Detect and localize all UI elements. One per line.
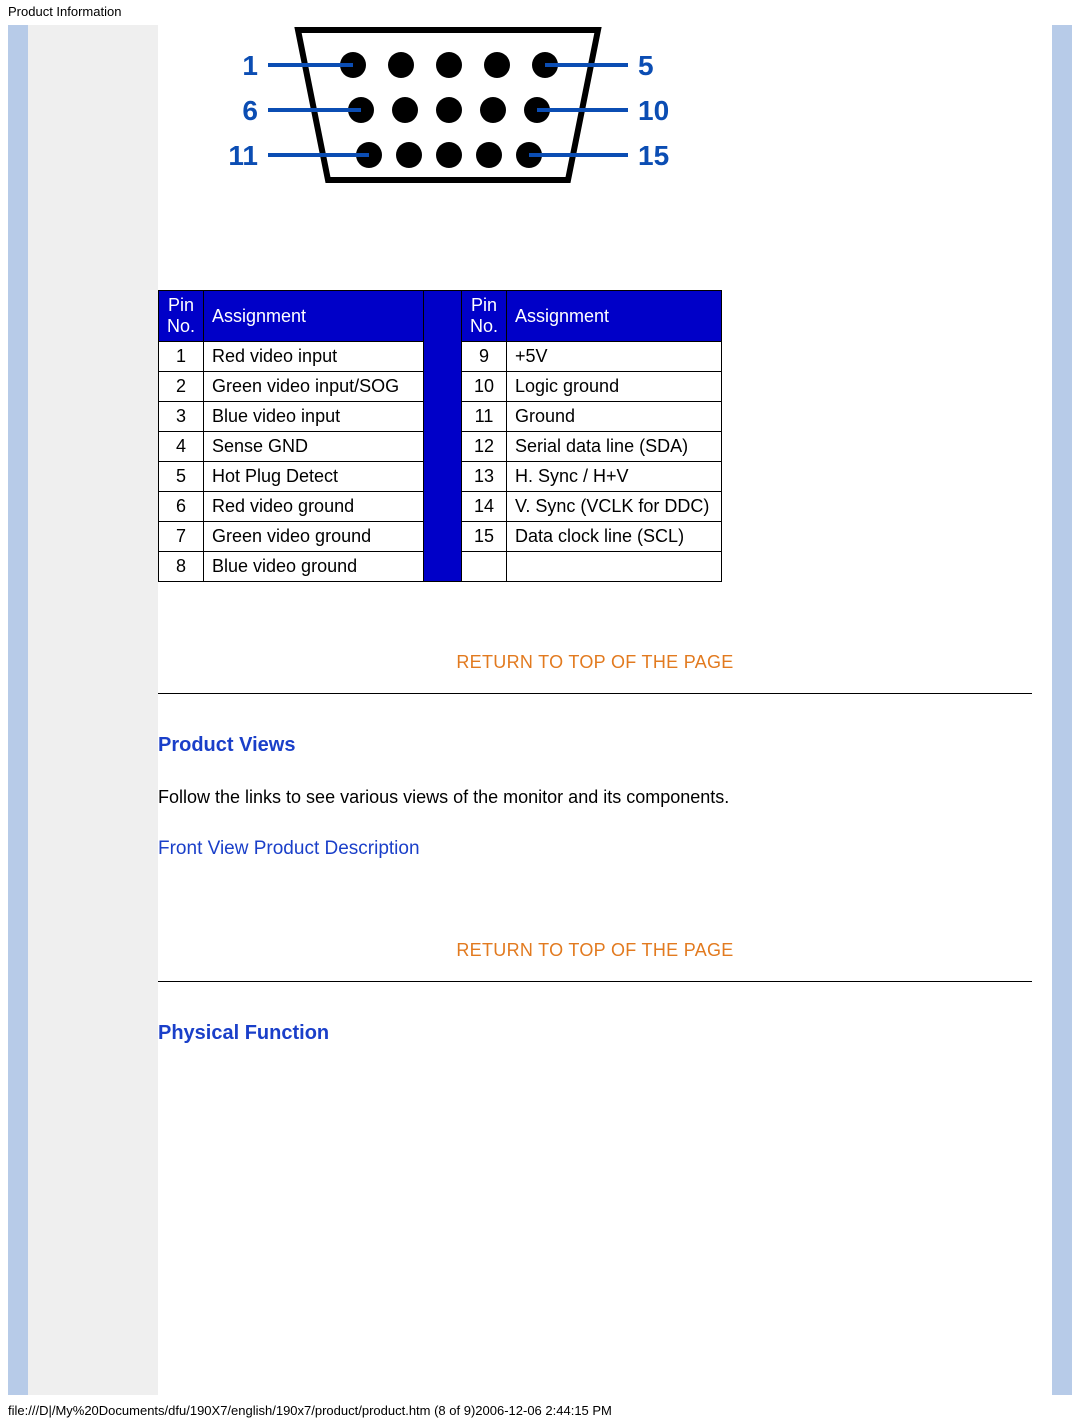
col-assignment: Assignment <box>507 291 722 342</box>
cell-pin-no: 3 <box>159 402 204 432</box>
pin-label-5: 5 <box>638 50 654 81</box>
cell-assignment: Sense GND <box>204 432 424 462</box>
cell-assignment: Red video ground <box>204 492 424 522</box>
pin-label-15: 15 <box>638 140 669 171</box>
cell-assignment: Hot Plug Detect <box>204 462 424 492</box>
cell-assignment: +5V <box>507 342 722 372</box>
page-header-title: Product Information <box>0 0 1080 25</box>
bottom-padding <box>158 1075 1032 1395</box>
col-pin-no: Pin No. <box>159 291 204 342</box>
pin-dot <box>396 142 422 168</box>
section-divider <box>158 693 1032 694</box>
cell-assignment: Data clock line (SCL) <box>507 522 722 552</box>
cell-assignment: Red video input <box>204 342 424 372</box>
cell-assignment: Green video input/SOG <box>204 372 424 402</box>
cell-pin-no: 4 <box>159 432 204 462</box>
cell-assignment: Blue video ground <box>204 552 424 582</box>
cell-pin-no: 15 <box>462 522 507 552</box>
cell-pin-no <box>462 552 507 582</box>
cell-assignment: Ground <box>507 402 722 432</box>
cell-pin-no: 5 <box>159 462 204 492</box>
pin-dot <box>436 52 462 78</box>
col-pin-no: Pin No. <box>462 291 507 342</box>
cell-pin-no: 7 <box>159 522 204 552</box>
table-header-row: Pin No. Assignment Pin No. Assignment <box>159 291 722 342</box>
cell-assignment: V. Sync (VCLK for DDC) <box>507 492 722 522</box>
col-assignment: Assignment <box>204 291 424 342</box>
cell-pin-no: 6 <box>159 492 204 522</box>
pin-dot <box>476 142 502 168</box>
pin-table-container: Pin No. Assignment Pin No. Assignment 1 … <box>158 290 1032 582</box>
return-top-container: RETURN TO TOP OF THE PAGE <box>158 940 1032 961</box>
pin-label-6: 6 <box>242 95 258 126</box>
table-spacer <box>424 291 462 582</box>
cell-assignment: Logic ground <box>507 372 722 402</box>
cell-pin-no: 12 <box>462 432 507 462</box>
return-to-top-link[interactable]: RETURN TO TOP OF THE PAGE <box>456 652 733 672</box>
cell-assignment: H. Sync / H+V <box>507 462 722 492</box>
pin-dot <box>480 97 506 123</box>
vga-pinout-svg: 1 6 11 5 10 15 <box>198 25 718 225</box>
cell-pin-no: 1 <box>159 342 204 372</box>
cell-pin-no: 14 <box>462 492 507 522</box>
cell-pin-no: 10 <box>462 372 507 402</box>
physical-function-heading: Physical Function <box>158 1022 1032 1045</box>
cell-assignment <box>507 552 722 582</box>
cell-pin-no: 13 <box>462 462 507 492</box>
pin-label-11: 11 <box>228 140 258 171</box>
connector-diagram: 1 6 11 5 10 15 <box>198 25 1032 230</box>
pin-label-1: 1 <box>242 50 258 81</box>
return-top-container: RETURN TO TOP OF THE PAGE <box>158 652 1032 673</box>
cell-assignment: Green video ground <box>204 522 424 552</box>
return-to-top-link[interactable]: RETURN TO TOP OF THE PAGE <box>456 940 733 960</box>
cell-pin-no: 9 <box>462 342 507 372</box>
front-view-link[interactable]: Front View Product Description <box>158 838 420 859</box>
section-divider <box>158 981 1032 982</box>
pin-dot <box>388 52 414 78</box>
pin-label-10: 10 <box>638 95 669 126</box>
pin-dot <box>392 97 418 123</box>
cell-pin-no: 2 <box>159 372 204 402</box>
product-views-heading: Product Views <box>158 734 1032 757</box>
cell-pin-no: 8 <box>159 552 204 582</box>
cell-pin-no: 11 <box>462 402 507 432</box>
pin-dot <box>436 142 462 168</box>
left-gray-stripe <box>28 25 158 1395</box>
page-frame: 1 6 11 5 10 15 Pin No. Assignment Pin No… <box>8 25 1072 1395</box>
pin-assignment-table: Pin No. Assignment Pin No. Assignment 1 … <box>158 290 722 582</box>
cell-assignment: Serial data line (SDA) <box>507 432 722 462</box>
pin-dot <box>484 52 510 78</box>
footer-path: file:///D|/My%20Documents/dfu/190X7/engl… <box>0 1395 1080 1422</box>
product-views-body: Follow the links to see various views of… <box>158 787 1032 808</box>
main-content: 1 6 11 5 10 15 Pin No. Assignment Pin No… <box>158 25 1052 1395</box>
pin-dot <box>436 97 462 123</box>
cell-assignment: Blue video input <box>204 402 424 432</box>
